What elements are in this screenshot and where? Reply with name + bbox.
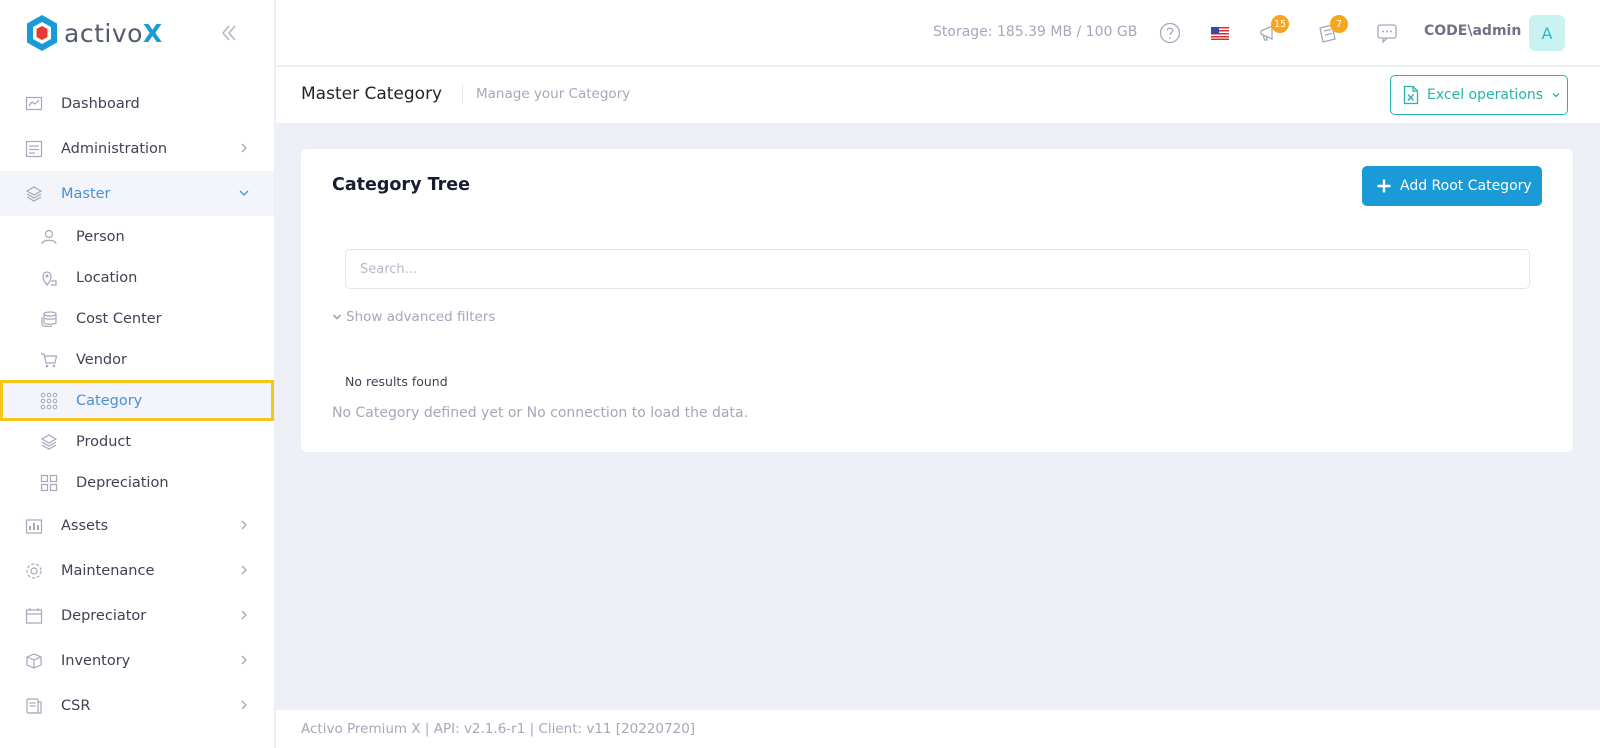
chevron-down-icon bbox=[239, 190, 249, 196]
person-icon bbox=[39, 227, 59, 247]
title-divider bbox=[462, 84, 463, 104]
sidebar-item-label: Master bbox=[61, 185, 111, 202]
page-subtitle: Manage your Category bbox=[476, 86, 631, 102]
excel-operations-label: Excel operations bbox=[1427, 87, 1544, 103]
chevron-right-icon bbox=[241, 655, 247, 665]
show-advanced-filters-toggle[interactable]: Show advanced filters bbox=[332, 309, 495, 325]
chevron-right-icon bbox=[241, 520, 247, 530]
user-name[interactable]: CODE\admin bbox=[1424, 23, 1521, 39]
empty-state-message: No Category defined yet or No connection… bbox=[332, 405, 749, 421]
search-input[interactable] bbox=[345, 249, 1530, 289]
sidebar-subitem-label: Cost Center bbox=[76, 310, 162, 327]
sidebar-subitem-location[interactable]: Location bbox=[0, 257, 274, 298]
topbar: Storage: 185.39 MB / 100 GB 15 7 CODE\ad… bbox=[276, 0, 1600, 66]
chevron-right-icon bbox=[241, 610, 247, 620]
footer: Activo Premium X | API: v2.1.6-r1 | Clie… bbox=[276, 710, 1600, 748]
chevron-down-icon bbox=[1552, 93, 1560, 98]
advanced-filters-label: Show advanced filters bbox=[346, 309, 496, 325]
sidebar-item-label: CSR bbox=[61, 697, 91, 714]
sidebar-item-administration[interactable]: Administration bbox=[0, 126, 274, 171]
box-icon bbox=[24, 651, 44, 671]
sidebar-subitem-product[interactable]: Product bbox=[0, 421, 274, 462]
brand: activoX bbox=[0, 0, 274, 66]
sidebar-item-label: Depreciator bbox=[61, 607, 147, 624]
activox-logo-icon bbox=[27, 15, 57, 51]
excel-file-icon bbox=[1403, 85, 1419, 105]
sidebar-subitem-depreciation[interactable]: Depreciation bbox=[0, 462, 274, 503]
sidebar-menu: Dashboard Administration Master Person L… bbox=[0, 81, 274, 728]
subheader: Master Category Manage your Category Exc… bbox=[276, 67, 1600, 123]
sidebar-subitem-category[interactable]: Category bbox=[0, 380, 274, 421]
brand-name: activoX bbox=[64, 18, 163, 48]
sidebar-item-label: Inventory bbox=[61, 652, 131, 669]
language-selector[interactable] bbox=[1208, 21, 1232, 45]
sidebar-item-label: Maintenance bbox=[61, 562, 155, 579]
layers-icon bbox=[39, 432, 59, 452]
coins-icon bbox=[39, 309, 59, 329]
avatar[interactable]: A bbox=[1529, 15, 1565, 51]
gear-icon bbox=[24, 561, 44, 581]
cart-icon bbox=[39, 350, 59, 370]
sidebar-item-depreciator[interactable]: Depreciator bbox=[0, 593, 274, 638]
sidebar-subitem-person[interactable]: Person bbox=[0, 216, 274, 257]
category-tree-card: Category Tree Add Root Category Show adv… bbox=[301, 149, 1573, 452]
sidebar-subitem-label: Person bbox=[76, 228, 125, 245]
help-icon bbox=[1159, 22, 1181, 44]
sidebar-item-dashboard[interactable]: Dashboard bbox=[0, 81, 274, 126]
sidebar-item-master[interactable]: Master bbox=[0, 171, 274, 216]
sidebar-subitem-label: Vendor bbox=[76, 351, 127, 368]
sidebar-subitem-label: Category bbox=[76, 392, 143, 409]
sidebar-item-label: Assets bbox=[61, 517, 109, 534]
version-info: Activo Premium X | API: v2.1.6-r1 | Clie… bbox=[301, 721, 696, 737]
storage-indicator: Storage: 185.39 MB / 100 GB bbox=[933, 24, 1138, 40]
notifications-button[interactable]: 15 bbox=[1257, 15, 1290, 45]
card-title: Category Tree bbox=[332, 175, 470, 195]
sidebar-subitem-cost-center[interactable]: Cost Center bbox=[0, 298, 274, 339]
plus-icon bbox=[1377, 179, 1391, 193]
add-root-category-label: Add Root Category bbox=[1400, 178, 1532, 194]
squares-icon bbox=[39, 473, 59, 493]
sidebar-item-label: Administration bbox=[61, 140, 168, 157]
tasks-badge: 7 bbox=[1330, 15, 1348, 33]
sidebar-item-csr[interactable]: CSR bbox=[0, 683, 274, 728]
sidebar: activoX Dashboard Administration Master … bbox=[0, 0, 275, 748]
tasks-button[interactable]: 7 bbox=[1316, 15, 1348, 45]
us-flag-icon bbox=[1211, 26, 1229, 40]
layers-icon bbox=[24, 184, 44, 204]
excel-operations-button[interactable]: Excel operations bbox=[1390, 75, 1568, 115]
sidebar-subitem-label: Location bbox=[76, 269, 138, 286]
page-title: Master Category bbox=[301, 84, 443, 104]
no-results-message: No results found bbox=[345, 374, 448, 389]
assets-icon bbox=[24, 516, 44, 536]
sidebar-item-inventory[interactable]: Inventory bbox=[0, 638, 274, 683]
double-chevron-left-icon bbox=[221, 25, 236, 41]
sidebar-subitem-label: Product bbox=[76, 433, 132, 450]
chevron-down-icon bbox=[332, 314, 342, 320]
notifications-badge: 15 bbox=[1271, 15, 1290, 33]
grid-dots-icon bbox=[39, 391, 59, 411]
printer-icon bbox=[24, 696, 44, 716]
help-button[interactable] bbox=[1158, 21, 1182, 45]
sidebar-item-assets[interactable]: Assets bbox=[0, 503, 274, 548]
add-root-category-button[interactable]: Add Root Category bbox=[1362, 166, 1542, 206]
calendar-icon bbox=[24, 606, 44, 626]
sidebar-subitem-label: Depreciation bbox=[76, 474, 169, 491]
sidebar-collapse-button[interactable] bbox=[216, 20, 242, 46]
sidebar-subitem-vendor[interactable]: Vendor bbox=[0, 339, 274, 380]
chevron-right-icon bbox=[241, 143, 247, 153]
chat-icon bbox=[1377, 24, 1397, 44]
chevron-right-icon bbox=[241, 700, 247, 710]
chat-button[interactable] bbox=[1375, 21, 1399, 45]
chevron-right-icon bbox=[241, 565, 247, 575]
admin-icon bbox=[24, 139, 44, 159]
sidebar-item-maintenance[interactable]: Maintenance bbox=[0, 548, 274, 593]
location-icon bbox=[39, 268, 59, 288]
chart-icon bbox=[24, 94, 44, 114]
sidebar-item-label: Dashboard bbox=[61, 95, 140, 112]
